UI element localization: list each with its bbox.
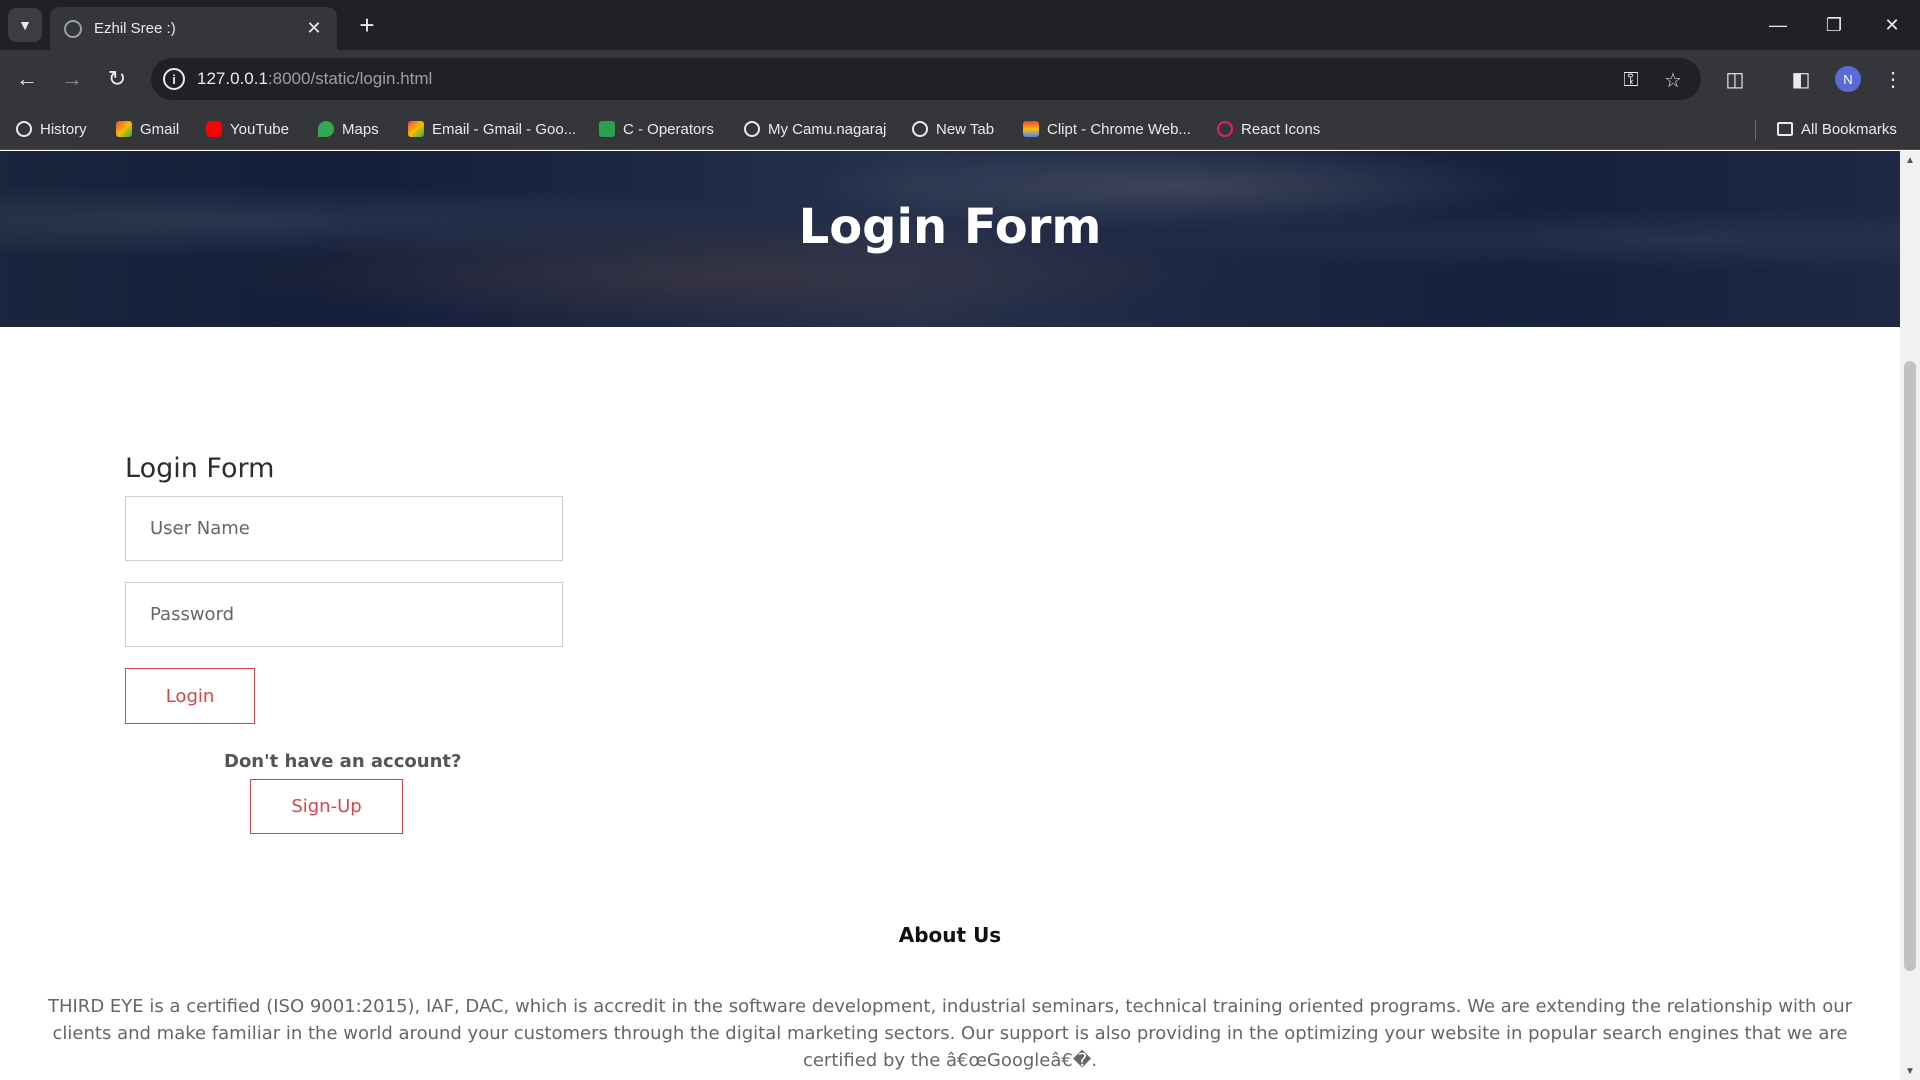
react-icon bbox=[1217, 121, 1233, 137]
bookmark-maps[interactable]: Maps bbox=[318, 117, 379, 141]
bookmark-label: React Icons bbox=[1241, 120, 1321, 138]
bookmark-label: Email - Gmail - Goo... bbox=[432, 120, 577, 138]
no-account-text: Don't have an account? bbox=[224, 751, 462, 772]
browser-toolbar: ← → ↻ i 127.0.0.1:8000/static/login.html… bbox=[0, 50, 1920, 108]
chevron-down-icon: ▼ bbox=[18, 17, 32, 33]
hero-banner: Login Form bbox=[0, 151, 1900, 327]
bookmark-new-tab[interactable]: New Tab bbox=[912, 117, 994, 141]
webstore-icon bbox=[1023, 121, 1039, 137]
page-scrollbar[interactable]: ▲ ▼ bbox=[1900, 151, 1920, 1080]
bookmark-label: Gmail bbox=[140, 120, 180, 138]
bookmark-label: History bbox=[40, 120, 87, 138]
about-title: About Us bbox=[898, 923, 1002, 947]
bookmark-gmail[interactable]: Gmail bbox=[116, 117, 179, 141]
site-info-icon[interactable]: i bbox=[163, 68, 185, 90]
active-tab[interactable]: Ezhil Sree :) ✕ bbox=[50, 7, 337, 50]
bookmark-react-icons[interactable]: React Icons bbox=[1217, 117, 1320, 141]
gmail-icon bbox=[408, 121, 424, 137]
about-text: THIRD EYE is a certified (ISO 9001:2015)… bbox=[47, 996, 1853, 1071]
all-bookmarks[interactable]: All Bookmarks bbox=[1777, 117, 1897, 141]
side-panel-icon[interactable]: ◧ bbox=[1788, 66, 1814, 92]
page-icon bbox=[599, 121, 615, 137]
bookmark-history[interactable]: History bbox=[16, 117, 87, 141]
url-text[interactable]: 127.0.0.1:8000/static/login.html bbox=[197, 69, 432, 89]
address-bar[interactable]: i 127.0.0.1:8000/static/login.html ⚿ ☆ bbox=[151, 58, 1701, 100]
scroll-up-arrow-icon[interactable]: ▲ bbox=[1900, 151, 1920, 169]
url-path: :8000/static/login.html bbox=[267, 69, 433, 88]
password-input[interactable] bbox=[125, 582, 563, 647]
bookmark-label: C - Operators bbox=[623, 120, 714, 138]
restore-button[interactable]: ❐ bbox=[1806, 0, 1862, 50]
bookmark-my-camu[interactable]: My Camu.nagaraj bbox=[744, 117, 886, 141]
bookmark-c-operators[interactable]: C - Operators bbox=[599, 117, 714, 141]
gmail-icon bbox=[116, 121, 132, 137]
folder-icon bbox=[1777, 122, 1793, 136]
bookmark-separator bbox=[1755, 120, 1756, 140]
bookmark-label: Clipt - Chrome Web... bbox=[1047, 120, 1191, 138]
all-bookmarks-label: All Bookmarks bbox=[1801, 120, 1897, 138]
youtube-icon bbox=[206, 121, 222, 137]
minimize-button[interactable]: — bbox=[1750, 0, 1806, 50]
back-button[interactable]: ← bbox=[10, 62, 44, 96]
bookmark-label: My Camu.nagaraj bbox=[768, 120, 887, 138]
close-window-button[interactable]: ✕ bbox=[1864, 0, 1920, 50]
maps-icon bbox=[318, 121, 334, 137]
reload-button[interactable]: ↻ bbox=[100, 62, 134, 96]
globe-icon bbox=[64, 19, 82, 38]
bookmark-clipt[interactable]: Clipt - Chrome Web... bbox=[1023, 117, 1191, 141]
history-icon bbox=[16, 121, 32, 137]
tab-title: Ezhil Sree :) bbox=[94, 20, 176, 37]
bookmark-email-gmail[interactable]: Email - Gmail - Goo... bbox=[408, 117, 576, 141]
profile-avatar[interactable]: N bbox=[1835, 66, 1861, 92]
scroll-down-arrow-icon[interactable]: ▼ bbox=[1900, 1062, 1920, 1080]
page-viewport: Login Form Login Form Login Don't have a… bbox=[0, 151, 1900, 1080]
bookmark-youtube[interactable]: YouTube bbox=[206, 117, 289, 141]
login-button[interactable]: Login bbox=[125, 668, 255, 724]
form-heading: Login Form bbox=[125, 453, 275, 484]
globe-icon bbox=[744, 121, 760, 137]
globe-icon bbox=[912, 121, 928, 137]
hero-title: Login Form bbox=[798, 199, 1102, 255]
scroll-thumb[interactable] bbox=[1904, 361, 1916, 971]
menu-kebab-icon[interactable]: ⋮ bbox=[1880, 66, 1906, 92]
bookmark-label: YouTube bbox=[230, 120, 289, 138]
bookmark-label: New Tab bbox=[936, 120, 995, 138]
username-input[interactable] bbox=[125, 496, 563, 561]
forward-button[interactable]: → bbox=[55, 62, 89, 96]
bookmark-label: Maps bbox=[342, 120, 379, 138]
password-key-icon[interactable]: ⚿ bbox=[1618, 67, 1644, 93]
tab-search-button[interactable]: ▼ bbox=[8, 8, 42, 42]
new-tab-button[interactable]: + bbox=[352, 10, 382, 40]
url-host: 127.0.0.1 bbox=[197, 69, 268, 88]
extensions-icon[interactable]: ◫ bbox=[1722, 66, 1748, 92]
bookmarks-bar: History Gmail YouTube Maps Email - Gmail… bbox=[0, 108, 1920, 150]
bookmark-star-icon[interactable]: ☆ bbox=[1660, 67, 1686, 93]
close-tab-icon[interactable]: ✕ bbox=[303, 18, 325, 40]
tab-strip: ▼ Ezhil Sree :) ✕ + — ❐ ✕ bbox=[0, 0, 1920, 50]
signup-button[interactable]: Sign-Up bbox=[250, 779, 403, 834]
